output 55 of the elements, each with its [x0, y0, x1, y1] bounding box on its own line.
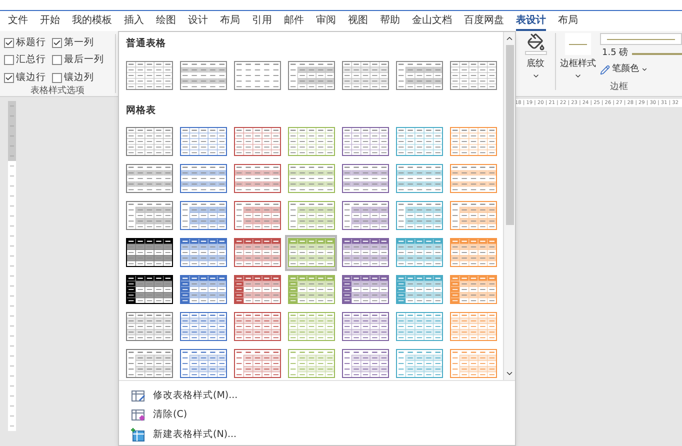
line-weight-field[interactable]: 1.5 磅 [600, 48, 682, 60]
new-table-icon [131, 428, 145, 442]
ribbon-tab[interactable]: 审阅 [316, 12, 336, 30]
ribbon-tab[interactable]: 引用 [252, 12, 272, 30]
ribbon-tab[interactable]: 布局 [558, 12, 578, 30]
checkbox-label: 镶边行 [16, 70, 46, 84]
ribbon-tab[interactable]: 插入 [124, 12, 144, 30]
group-label: 边框 [609, 80, 629, 94]
table-style-thumbnail[interactable] [285, 234, 337, 270]
ribbon-tab[interactable]: 我的模板 [72, 12, 112, 30]
shading-label: 底纹 [526, 58, 544, 71]
checkbox[interactable] [52, 38, 62, 48]
checkbox[interactable] [4, 72, 14, 83]
menu-item[interactable]: 清除(C) [131, 408, 515, 422]
shading-swatch [524, 51, 546, 55]
checkbox[interactable] [4, 55, 14, 66]
table-eraser-icon [131, 408, 145, 422]
scrollbar[interactable] [503, 32, 515, 380]
ribbon-tab[interactable]: 百度网盘 [464, 12, 504, 30]
menu-item[interactable]: 新建表格样式(N)... [131, 428, 515, 442]
chevron-down-icon [641, 66, 648, 74]
checkbox-label: 最后一列 [64, 53, 104, 68]
pen-color-button[interactable]: 笔颜色 [600, 63, 682, 76]
group-label: 表格样式选项 [30, 84, 86, 98]
line-style-field[interactable] [600, 33, 682, 45]
ribbon-tab[interactable]: 金山文档 [412, 12, 452, 30]
shading-button[interactable] [524, 33, 546, 55]
checkbox[interactable] [4, 38, 14, 48]
ribbon-tab[interactable]: 帮助 [380, 12, 400, 30]
checkbox[interactable] [52, 55, 62, 66]
ribbon-tab[interactable]: 布局 [220, 12, 240, 30]
check-icon [5, 39, 13, 48]
ribbon-tab[interactable]: 开始 [40, 12, 60, 30]
table-pencil-icon [131, 389, 145, 404]
ribbon-tab[interactable]: 视图 [348, 12, 368, 30]
ribbon-tab[interactable]: 文件 [8, 12, 28, 30]
pencil-icon [600, 64, 610, 75]
section-heading: 网格表 [126, 104, 157, 118]
menu-item[interactable]: 修改表格样式(M)... [131, 389, 515, 404]
paint-bucket-icon [526, 33, 544, 51]
border-style-label: 边框样式 [560, 58, 596, 71]
scroll-up-icon[interactable] [505, 34, 514, 43]
scroll-down-icon[interactable] [505, 369, 514, 378]
ribbon-tab[interactable]: 绘图 [156, 12, 176, 30]
ribbon-tab[interactable]: 设计 [188, 12, 208, 30]
checkbox-label: 汇总行 [16, 53, 46, 68]
check-icon [5, 74, 13, 82]
checkbox-label: 镶边列 [64, 70, 94, 84]
ribbon-tab[interactable]: 邮件 [284, 12, 304, 30]
border-style-sample[interactable] [565, 33, 591, 55]
checkbox-label: 第一列 [64, 36, 94, 50]
section-heading: 普通表格 [126, 37, 167, 51]
checkbox-label: 标题行 [16, 36, 46, 50]
checkbox[interactable] [52, 72, 62, 83]
check-icon [53, 39, 61, 48]
